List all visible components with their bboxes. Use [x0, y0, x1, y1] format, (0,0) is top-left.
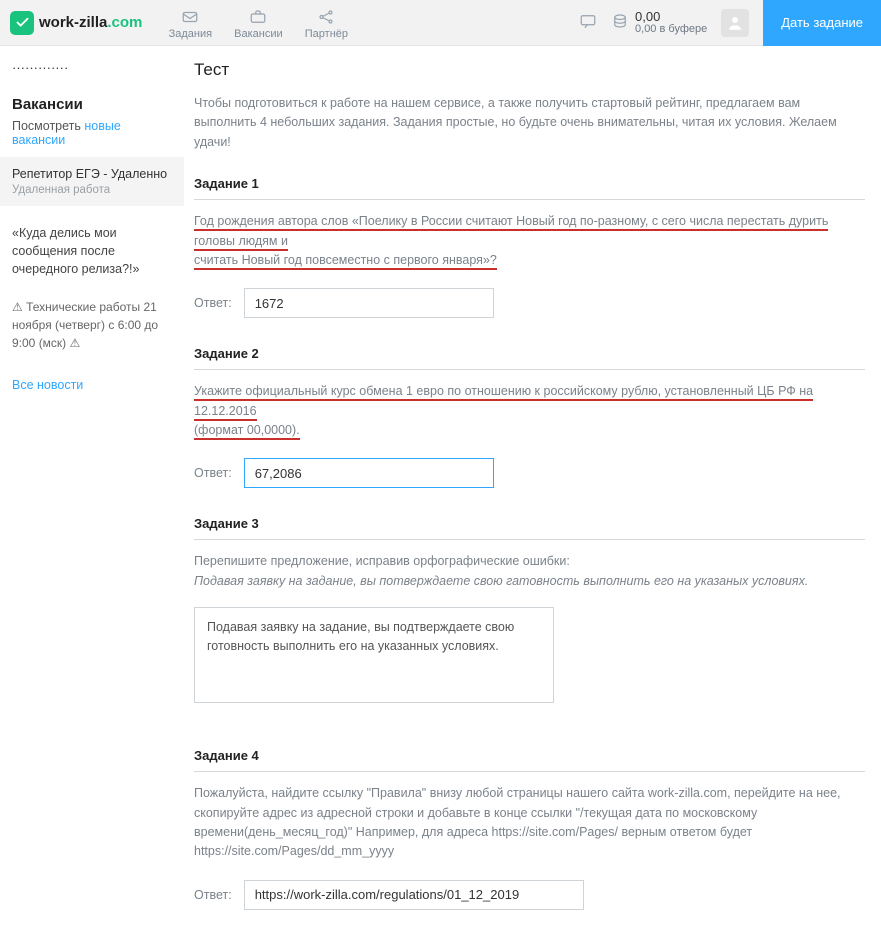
sidebar-view-vacancies: Посмотреть новые вакансии [12, 119, 172, 147]
sidebar-quote[interactable]: «Куда делись мои сообщения после очередн… [12, 224, 172, 278]
balance-block[interactable]: 0,00 0,00 в буфере [611, 10, 707, 36]
task3-prompt: Перепишите предложение, исправив орфогра… [194, 552, 865, 571]
task4-text: Пожалуйста, найдите ссылку "Правила" вни… [194, 784, 865, 862]
sidebar-vacancies-title: Вакансии [12, 96, 172, 113]
all-news-link[interactable]: Все новости [12, 378, 83, 392]
task1-title: Задание 1 [194, 176, 865, 191]
header-right: 0,00 0,00 в буфере Дать задание [579, 0, 881, 46]
task2-title: Задание 2 [194, 346, 865, 361]
task1-text: Год рождения автора слов «Поелику в Росс… [194, 212, 865, 270]
task2-answer-input[interactable] [244, 458, 494, 488]
logo-text: work-zilla.com [39, 14, 142, 31]
featured-sub: Удаленная работа [12, 184, 172, 196]
main-nav: Задания Вакансии Партнёр [156, 6, 360, 40]
divider [194, 369, 865, 370]
briefcase-icon [224, 6, 292, 28]
content: Тест Чтобы подготовиться к работе на наш… [184, 46, 881, 948]
nav-tasks[interactable]: Задания [156, 6, 224, 40]
give-task-button[interactable]: Дать задание [763, 0, 881, 46]
task4-title: Задание 4 [194, 748, 865, 763]
featured-title: Репетитор ЕГЭ - Удаленно [12, 167, 172, 181]
chat-icon[interactable] [579, 12, 597, 33]
divider [194, 199, 865, 200]
avatar[interactable] [721, 9, 749, 37]
coins-icon [611, 12, 629, 33]
logo[interactable]: work-zilla.com [0, 11, 156, 35]
task3-title: Задание 3 [194, 516, 865, 531]
sidebar-item-truncated[interactable]: ············· [12, 60, 172, 74]
balance-sub: 0,00 в буфере [635, 23, 707, 36]
intro-text: Чтобы подготовиться к работе на нашем се… [194, 94, 865, 152]
sidebar-maintenance-notice: ⚠ Технические работы 21 ноября (четверг)… [12, 298, 172, 352]
balance-amount: 0,00 [635, 10, 707, 23]
answer-label: Ответ: [194, 888, 232, 902]
task1-answer-input[interactable] [244, 288, 494, 318]
task2-text: Укажите официальный курс обмена 1 евро п… [194, 382, 865, 440]
task4-answer-input[interactable] [244, 880, 584, 910]
share-icon [292, 6, 360, 28]
task3-answer-textarea[interactable] [194, 607, 554, 703]
answer-label: Ответ: [194, 296, 232, 310]
check-icon [10, 11, 34, 35]
nav-partner[interactable]: Партнёр [292, 6, 360, 40]
task3-sample: Подавая заявку на задание, вы потверждае… [194, 572, 865, 591]
nav-label: Партнёр [292, 28, 360, 40]
envelope-icon [156, 6, 224, 28]
top-header: work-zilla.com Задания Вакансии Партнёр [0, 0, 881, 46]
nav-label: Задания [156, 28, 224, 40]
nav-vacancies[interactable]: Вакансии [224, 6, 292, 40]
nav-label: Вакансии [224, 28, 292, 40]
sidebar-featured-vacancy[interactable]: Репетитор ЕГЭ - Удаленно Удаленная работ… [0, 157, 184, 206]
page-title: Тест [194, 60, 865, 80]
answer-label: Ответ: [194, 466, 232, 480]
sidebar: ············· Вакансии Посмотреть новые … [0, 46, 184, 948]
divider [194, 771, 865, 772]
divider [194, 539, 865, 540]
